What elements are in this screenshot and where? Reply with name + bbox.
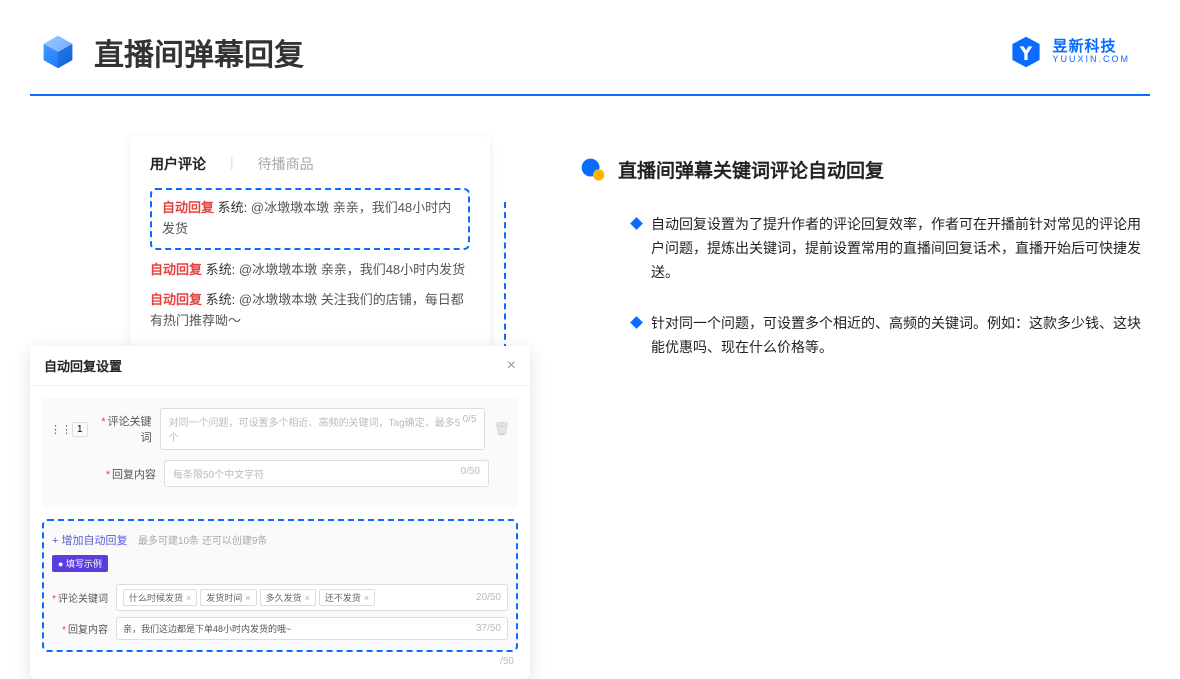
- logo-text-sub: YUUXIN.COM: [1052, 55, 1130, 65]
- section-title: 直播间弹幕关键词评论自动回复: [618, 156, 884, 183]
- logo-text-main: 昱新科技: [1052, 39, 1130, 56]
- keyword-tag[interactable]: 多久发货×: [260, 589, 316, 606]
- bullet-icon: [630, 317, 643, 330]
- keyword-input[interactable]: 对同一个问题，可设置多个相近、高频的关键词，Tag确定，最多5个 0/5: [160, 408, 486, 450]
- bullet-item: 针对同一个问题，可设置多个相近的、高频的关键词。例如：这款多少钱、这块能优惠吗、…: [632, 312, 1150, 360]
- highlighted-comment: 自动回复 系统: @冰墩墩本墩 亲亲，我们48小时内发货: [150, 188, 470, 250]
- comment-row: 自动回复 系统: @冰墩墩本墩 关注我们的店铺，每日都有热门推荐呦～: [150, 290, 470, 332]
- footer-counter: /50: [30, 652, 530, 667]
- brand-logo: 昱新科技 YUUXIN.COM: [1010, 36, 1130, 68]
- example-keyword-label: *评论关键词: [52, 590, 108, 605]
- close-icon[interactable]: ×: [507, 357, 516, 375]
- example-content-input[interactable]: 亲，我们这边都是下单48小时内发货的哦~ 37/50: [116, 617, 508, 640]
- page-title: 直播间弹幕回复: [94, 30, 304, 74]
- cube-icon: [40, 34, 76, 70]
- row-number: 1: [72, 422, 88, 437]
- example-keyword-input[interactable]: 什么时候发货×发货时间×多久发货×还不发货× 20/50: [116, 584, 508, 611]
- example-content-label: *回复内容: [52, 621, 108, 636]
- keyword-tag[interactable]: 发货时间×: [200, 589, 256, 606]
- example-badge: ● 填写示例: [52, 555, 108, 572]
- system-tag: 系统:: [218, 200, 248, 215]
- bullet-icon: [630, 217, 643, 230]
- comment-row: 自动回复 系统: @冰墩墩本墩 亲亲，我们48小时内发货: [150, 260, 470, 281]
- example-section: + 增加自动回复 最多可建10条 还可以创建9条 ● 填写示例 *评论关键词 什…: [42, 519, 518, 652]
- auto-reply-tag: 自动回复: [162, 200, 214, 215]
- content-label: *回复内容: [100, 466, 156, 482]
- modal-title: 自动回复设置: [44, 356, 122, 375]
- chat-bubble-icon: [580, 157, 606, 183]
- comments-panel: 用户评论 | 待播商品 自动回复 系统: @冰墩墩本墩 亲亲，我们48小时内发货…: [130, 136, 490, 360]
- drag-handle-icon[interactable]: ⋮⋮: [50, 423, 64, 436]
- tabs: 用户评论 | 待播商品: [150, 154, 470, 174]
- tab-divider: |: [230, 154, 234, 174]
- tab-pending[interactable]: 待播商品: [258, 154, 314, 174]
- tab-comments[interactable]: 用户评论: [150, 154, 206, 174]
- keyword-label: *评论关键词: [96, 413, 152, 445]
- logo-icon: [1010, 36, 1042, 68]
- auto-reply-modal: 自动回复设置 × ⋮⋮ 1 *评论关键词 对同一个问题，可设置多个相近、高频的关…: [30, 346, 530, 679]
- keyword-tag[interactable]: 还不发货×: [319, 589, 375, 606]
- bullet-item: 自动回复设置为了提升作者的评论回复效率，作者可在开播前针对常见的评论用户问题，提…: [632, 213, 1150, 284]
- content-input[interactable]: 每条限50个中文字符 0/50: [164, 460, 489, 487]
- keyword-tag[interactable]: 什么时候发货×: [123, 589, 197, 606]
- add-hint: 最多可建10条 还可以创建9条: [138, 536, 267, 547]
- delete-icon[interactable]: 🗑: [493, 421, 510, 437]
- add-reply-link[interactable]: + 增加自动回复: [52, 535, 127, 547]
